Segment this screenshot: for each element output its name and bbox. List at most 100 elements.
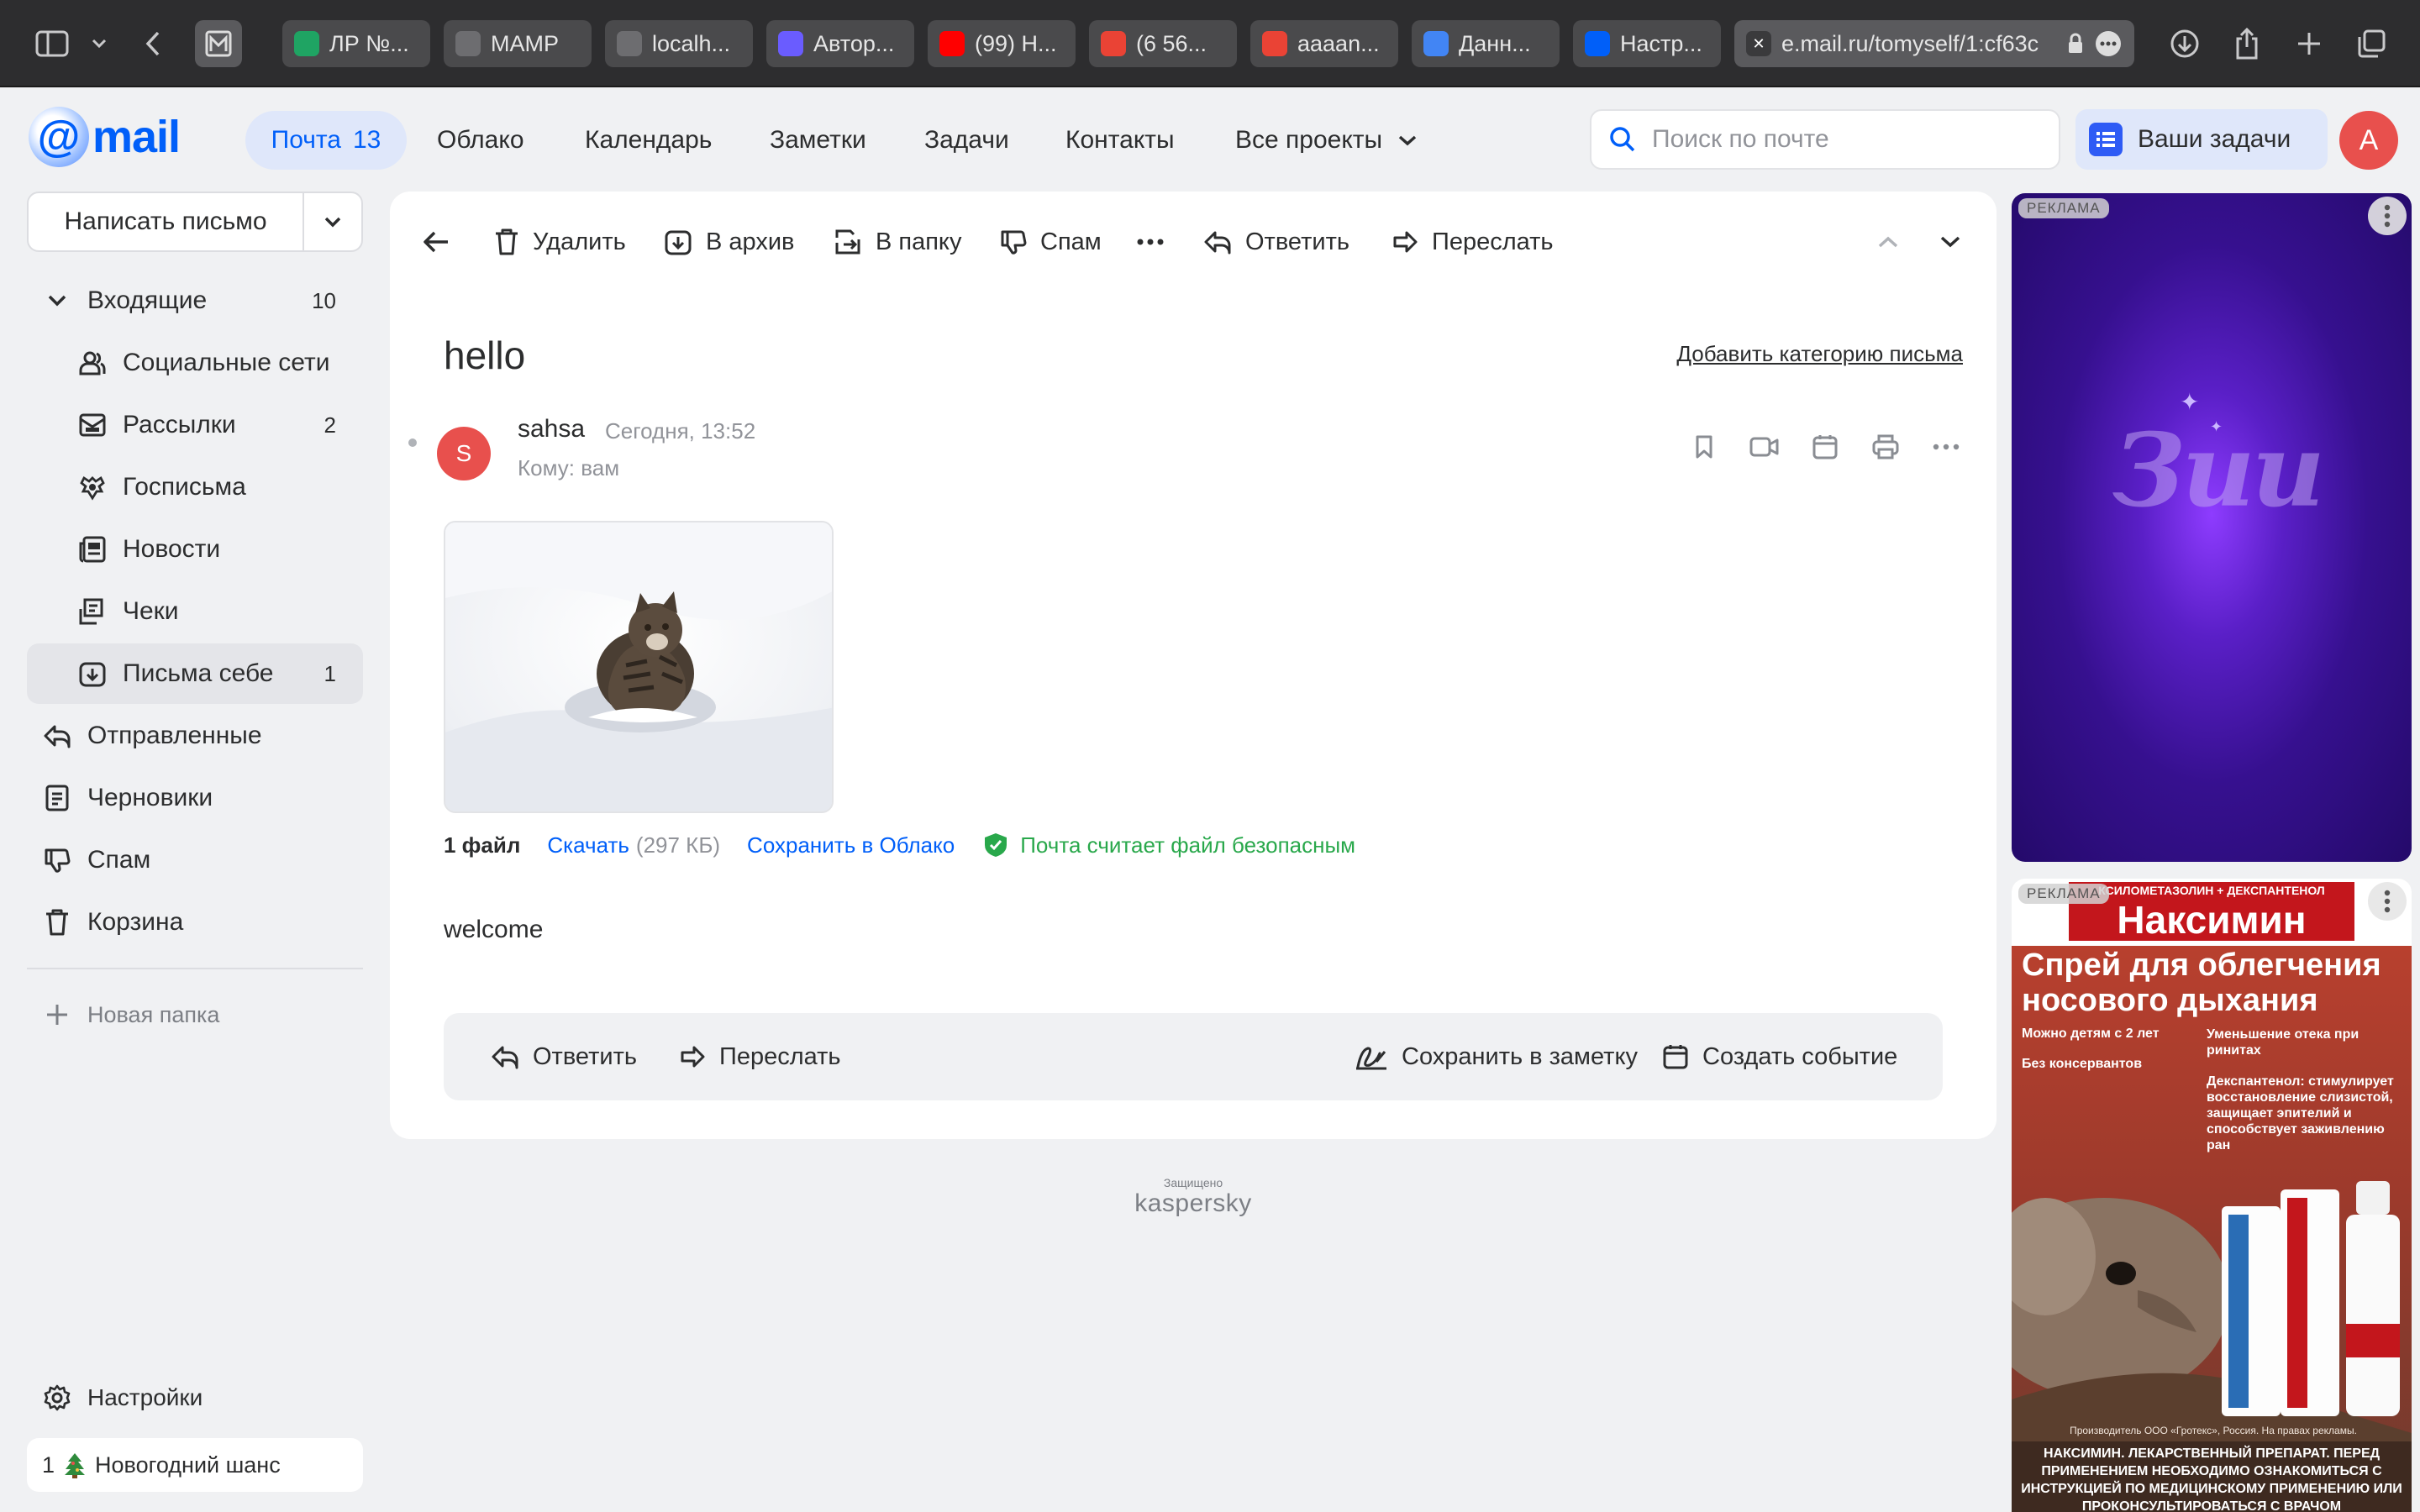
folder-trash[interactable]: Корзина xyxy=(27,892,363,953)
nav-tasks[interactable]: Задачи xyxy=(924,111,1009,170)
downloads-icon[interactable] xyxy=(2166,25,2203,62)
new-tab-icon[interactable] xyxy=(2291,25,2328,62)
pinned-tab-mail[interactable] xyxy=(195,20,242,67)
ad-banner-top[interactable]: РЕКЛАМА Зии ✦ ✦ xyxy=(2012,193,2412,862)
spam-button[interactable]: Спам xyxy=(1000,218,1102,265)
compose-options-icon[interactable] xyxy=(304,216,361,228)
video-call-icon[interactable] xyxy=(1746,428,1783,465)
attachment-image-preview[interactable] xyxy=(444,521,834,813)
kaspersky-logo: kaspersky xyxy=(1134,1189,1252,1217)
folder-social[interactable]: Социальные сети xyxy=(27,333,363,393)
browser-tab[interactable]: ЛР №... xyxy=(282,20,430,67)
compose-button[interactable]: Написать письмо xyxy=(27,192,363,252)
browser-tab[interactable]: (6 56... xyxy=(1089,20,1237,67)
arrow-left-icon xyxy=(422,229,450,255)
print-icon[interactable] xyxy=(1867,428,1904,465)
next-message-button[interactable] xyxy=(1939,218,1961,265)
browser-tab[interactable]: (99) Н... xyxy=(928,20,1076,67)
sidebar-toggle-icon[interactable] xyxy=(34,25,71,62)
gmail-icon xyxy=(1262,31,1287,56)
ad2-illustration xyxy=(2012,1181,2412,1450)
forward-button[interactable]: Переслать xyxy=(679,1035,841,1079)
back-to-list-button[interactable] xyxy=(422,218,450,265)
folder-spam[interactable]: Спам xyxy=(27,830,363,890)
move-to-folder-button[interactable]: В папку xyxy=(834,218,961,265)
new-folder-button[interactable]: Новая папка xyxy=(27,984,363,1045)
browser-tab[interactable]: MAMP xyxy=(444,20,592,67)
promo-new-year[interactable]: 1 Новогодний шанс xyxy=(27,1438,363,1492)
tab-active-url[interactable]: ✕ e.mail.ru/tomyself/1:cf63c xyxy=(1734,20,2134,67)
forward-button[interactable]: Переслать xyxy=(1392,218,1554,265)
archive-icon xyxy=(664,228,692,256)
browser-toolbar: ЛР №... MAMP localh... Автор... (99) Н... (6 … xyxy=(0,0,2420,87)
calendar-icon[interactable] xyxy=(1807,428,1844,465)
sender-name[interactable]: sahsa xyxy=(518,415,585,444)
add-category-link[interactable]: Добавить категорию письма xyxy=(1676,341,1963,367)
browser-tab[interactable]: Данн... xyxy=(1412,20,1560,67)
nav-calendar[interactable]: Календарь xyxy=(585,111,712,170)
calendar-icon xyxy=(1662,1043,1689,1070)
share-icon[interactable] xyxy=(2228,25,2265,62)
your-tasks-button[interactable]: Ваши задачи xyxy=(2075,109,2328,170)
ad-menu-icon[interactable] xyxy=(2368,882,2407,921)
bookmark-icon[interactable] xyxy=(1686,428,1723,465)
ad-banner-naximin[interactable]: КСИЛОМЕТАЗОЛИН + ДЕКСПАНТЕНОЛ Наксимин Р… xyxy=(2012,879,2412,1512)
inbox-download-icon xyxy=(76,659,109,688)
download-link[interactable]: Скачать xyxy=(547,832,629,858)
close-tab-icon[interactable]: ✕ xyxy=(1746,31,1771,56)
emblem-icon xyxy=(76,473,109,501)
folder-inbox[interactable]: Входящие 10 xyxy=(27,270,363,331)
nav-mail[interactable]: Почта 13 xyxy=(245,111,407,170)
more-icon[interactable] xyxy=(2094,29,2123,58)
nav-all-projects[interactable]: Все проекты xyxy=(1235,111,1418,170)
chevron-down-icon[interactable] xyxy=(40,294,74,307)
folder-gov[interactable]: Госписьма xyxy=(27,457,363,517)
nav-contacts[interactable]: Контакты xyxy=(1065,111,1175,170)
nav-notes[interactable]: Заметки xyxy=(770,111,866,170)
browser-tab[interactable]: Автор... xyxy=(766,20,914,67)
save-to-cloud-link[interactable]: Сохранить в Облако xyxy=(747,832,955,858)
move-label: В папку xyxy=(876,228,962,255)
ad2-maker: Производитель ООО «Гротекс», Россия. На … xyxy=(2070,1425,2357,1436)
folder-newsletters[interactable]: Рассылки 2 xyxy=(27,395,363,455)
new-folder-label: Новая папка xyxy=(87,1001,220,1027)
create-event-label: Создать событие xyxy=(1702,1042,1898,1070)
folder-receipts[interactable]: Чеки xyxy=(27,581,363,642)
folder-drafts[interactable]: Черновики xyxy=(27,768,363,828)
save-to-note-button[interactable]: Сохранить в заметку xyxy=(1355,1035,1638,1079)
reply-button[interactable]: Ответить xyxy=(491,1035,637,1079)
newsletter-icon xyxy=(76,411,109,439)
previous-message-button[interactable] xyxy=(1877,218,1899,265)
more-actions-button[interactable] xyxy=(1136,218,1165,265)
delete-label: Удалить xyxy=(533,228,626,255)
back-icon[interactable] xyxy=(134,25,171,62)
delete-button[interactable]: Удалить xyxy=(494,218,626,265)
archive-button[interactable]: В архив xyxy=(664,218,794,265)
ad-menu-icon[interactable] xyxy=(2368,197,2407,235)
browser-tab-label: ЛР №... xyxy=(329,30,409,56)
nav-cloud[interactable]: Облако xyxy=(437,111,524,170)
search-input[interactable]: Поиск по почте xyxy=(1590,109,2060,170)
recipient-line[interactable]: Кому: вам xyxy=(518,455,619,481)
reply-button[interactable]: Ответить xyxy=(1203,218,1349,265)
folder-to-myself[interactable]: Письма себе 1 xyxy=(27,643,363,704)
browser-tab[interactable]: Настр... xyxy=(1573,20,1721,67)
tab-overview-icon[interactable] xyxy=(2353,25,2390,62)
folder-sent[interactable]: Отправленные xyxy=(27,706,363,766)
folder-news[interactable]: Новости xyxy=(27,519,363,580)
chevron-down-icon[interactable] xyxy=(81,25,118,62)
browser-tab-label: (99) Н... xyxy=(975,30,1057,56)
thumbs-down-icon xyxy=(1000,228,1027,255)
mail-logo[interactable]: @ mail xyxy=(29,107,181,167)
folder-label: Социальные сети xyxy=(123,349,330,376)
more-horizontal-icon[interactable] xyxy=(1928,428,1965,465)
read-status-dot[interactable] xyxy=(408,438,417,447)
browser-tab[interactable]: aaaan... xyxy=(1250,20,1398,67)
user-avatar[interactable]: А xyxy=(2339,111,2398,170)
browser-tab[interactable]: localh... xyxy=(605,20,753,67)
create-event-button[interactable]: Создать событие xyxy=(1662,1035,1897,1079)
sidebar-divider xyxy=(27,968,363,969)
address-url[interactable]: e.mail.ru/tomyself/1:cf63c xyxy=(1781,31,2057,57)
sender-avatar[interactable]: S xyxy=(437,427,491,480)
settings-link[interactable]: Настройки xyxy=(27,1368,363,1428)
